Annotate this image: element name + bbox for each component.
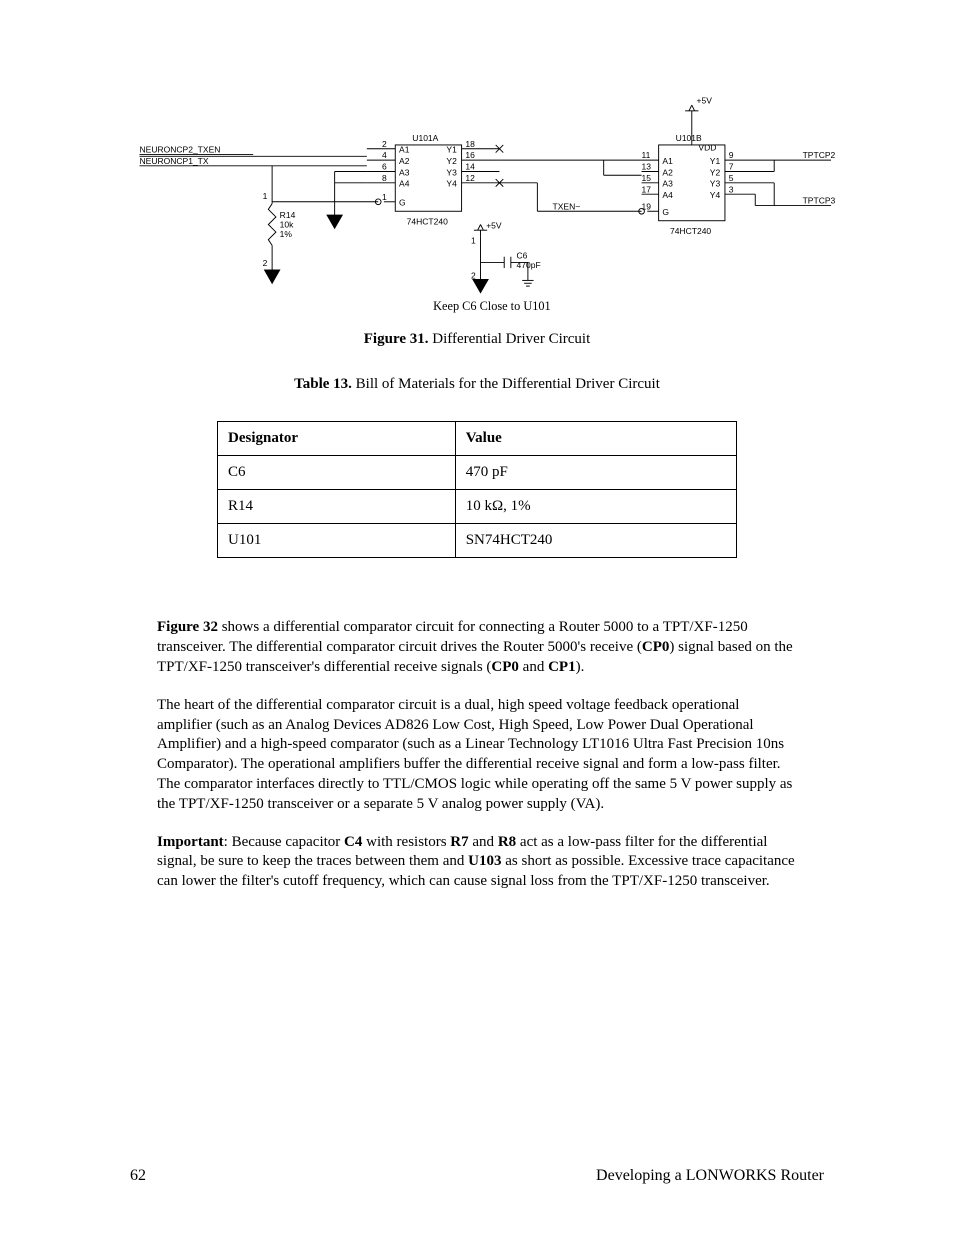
u101a-ref: U101A bbox=[412, 133, 438, 143]
bom-row: C6470 pF bbox=[218, 456, 737, 490]
svg-text:14: 14 bbox=[465, 162, 475, 172]
c6-val: 470pF bbox=[517, 260, 541, 270]
svg-text:2: 2 bbox=[382, 139, 387, 149]
table-caption: Table 13. Bill of Materials for the Diff… bbox=[130, 376, 824, 393]
svg-text:Y1: Y1 bbox=[710, 156, 721, 166]
r14-val: 10k bbox=[280, 219, 294, 229]
svg-text:A1: A1 bbox=[399, 145, 410, 155]
svg-text:Y4: Y4 bbox=[710, 190, 721, 200]
r14-tol: 1% bbox=[280, 229, 293, 239]
footer-section: Developing a LONWORKS Router bbox=[596, 1167, 824, 1185]
svg-text:Y1: Y1 bbox=[446, 145, 457, 155]
u101b-type: 74HCT240 bbox=[670, 226, 711, 236]
u101b-ref: U101B bbox=[676, 133, 702, 143]
svg-text:9: 9 bbox=[729, 150, 734, 160]
c6-ref: C6 bbox=[517, 251, 528, 261]
svg-text:A3: A3 bbox=[662, 179, 673, 189]
paragraph-1: Figure 32 shows a differential comparato… bbox=[157, 618, 797, 677]
svg-text:3: 3 bbox=[729, 184, 734, 194]
svg-text:18: 18 bbox=[465, 139, 475, 149]
svg-text:16: 16 bbox=[465, 150, 475, 160]
bom-header-value: Value bbox=[455, 422, 736, 456]
svg-text:Y4: Y4 bbox=[446, 179, 457, 189]
svg-text:5: 5 bbox=[729, 173, 734, 183]
svg-text:A3: A3 bbox=[399, 167, 410, 177]
svg-text:A4: A4 bbox=[399, 179, 410, 189]
paragraph-3: Important: Because capacitor C4 with res… bbox=[157, 833, 797, 892]
svg-text:17: 17 bbox=[642, 184, 652, 194]
svg-text:13: 13 bbox=[642, 162, 652, 172]
svg-text:4: 4 bbox=[382, 150, 387, 160]
svg-text:7: 7 bbox=[729, 162, 734, 172]
svg-text:2: 2 bbox=[471, 271, 476, 281]
svg-text:VDD: VDD bbox=[698, 143, 716, 153]
svg-text:15: 15 bbox=[642, 173, 652, 183]
bom-header-row: Designator Value bbox=[218, 422, 737, 456]
svg-text:G: G bbox=[662, 207, 669, 217]
bom-row: R1410 kΩ, 1% bbox=[218, 490, 737, 524]
svg-text:8: 8 bbox=[382, 173, 387, 183]
net-tptcp2: TPTCP2 bbox=[803, 150, 836, 160]
sig-neuroncp1-tx: NEURONCP1_TX bbox=[139, 156, 208, 166]
net-tptcp3: TPTCP3 bbox=[803, 196, 836, 206]
svg-text:12: 12 bbox=[465, 173, 475, 183]
u101a-type: 74HCT240 bbox=[407, 217, 448, 227]
svg-text:1: 1 bbox=[263, 191, 268, 201]
svg-text:1: 1 bbox=[382, 192, 387, 202]
svg-text:A1: A1 bbox=[662, 156, 673, 166]
r14-ref: R14 bbox=[280, 210, 296, 220]
svg-text:6: 6 bbox=[382, 162, 387, 172]
svg-text:Y2: Y2 bbox=[446, 156, 457, 166]
svg-text:A4: A4 bbox=[662, 190, 673, 200]
bom-row: U101SN74HCT240 bbox=[218, 524, 737, 558]
svg-text:G: G bbox=[399, 198, 406, 208]
figure-caption: Figure 31. Differential Driver Circuit bbox=[130, 331, 824, 348]
bom-table: Designator Value C6470 pF R1410 kΩ, 1% U… bbox=[217, 421, 737, 558]
svg-text:11: 11 bbox=[642, 150, 651, 160]
sig-neuroncp2-txen: NEURONCP2_TXEN bbox=[139, 145, 220, 155]
rail-5v: +5V bbox=[697, 95, 713, 105]
net-txen: TXEN~ bbox=[553, 201, 581, 211]
paragraph-2: The heart of the differential comparator… bbox=[157, 696, 797, 815]
page-number: 62 bbox=[130, 1167, 146, 1185]
svg-text:Y3: Y3 bbox=[710, 179, 721, 189]
bom-header-designator: Designator bbox=[218, 422, 456, 456]
differential-driver-schematic: 1 2 NEURONCP2_TXEN NEURONCP1_TX R14 10k … bbox=[130, 90, 850, 317]
svg-text:2: 2 bbox=[263, 258, 268, 268]
svg-text:19: 19 bbox=[642, 201, 652, 211]
svg-text:A2: A2 bbox=[662, 167, 673, 177]
svg-text:1: 1 bbox=[471, 235, 476, 245]
svg-text:Y2: Y2 bbox=[710, 167, 721, 177]
c6-rail: +5V bbox=[486, 220, 502, 230]
svg-text:A2: A2 bbox=[399, 156, 410, 166]
svg-text:Y3: Y3 bbox=[446, 167, 457, 177]
schematic-note: Keep C6 Close to U101 bbox=[433, 299, 551, 313]
